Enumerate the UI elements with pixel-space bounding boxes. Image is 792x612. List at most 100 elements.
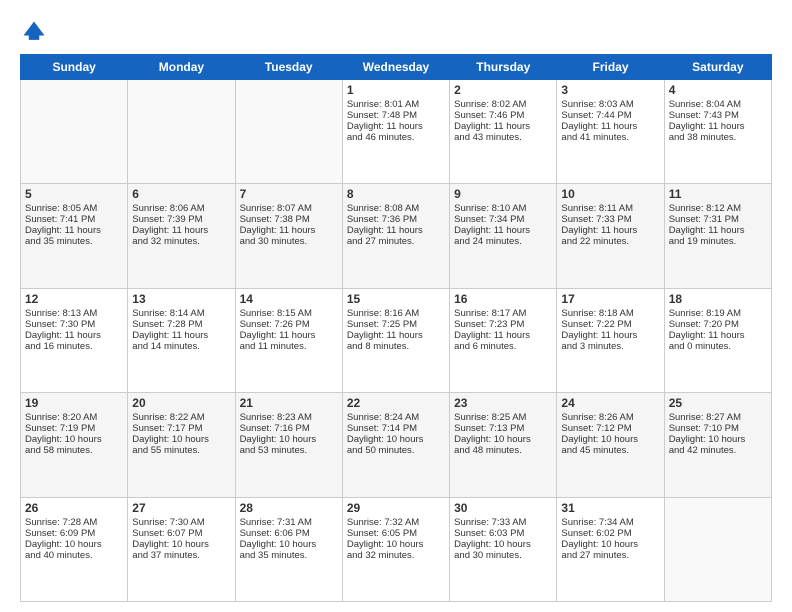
- page: SundayMondayTuesdayWednesdayThursdayFrid…: [0, 0, 792, 612]
- day-info: and 53 minutes.: [240, 445, 338, 456]
- day-info: and 38 minutes.: [669, 132, 767, 143]
- calendar-cell: 24Sunrise: 8:26 AMSunset: 7:12 PMDayligh…: [557, 393, 664, 497]
- day-info: Daylight: 10 hours: [347, 434, 445, 445]
- day-number: 16: [454, 292, 552, 306]
- calendar-cell: 8Sunrise: 8:08 AMSunset: 7:36 PMDaylight…: [342, 184, 449, 288]
- day-info: and 50 minutes.: [347, 445, 445, 456]
- day-info: Sunset: 6:06 PM: [240, 528, 338, 539]
- day-info: and 55 minutes.: [132, 445, 230, 456]
- calendar-cell: 28Sunrise: 7:31 AMSunset: 6:06 PMDayligh…: [235, 497, 342, 601]
- day-info: Sunrise: 8:18 AM: [561, 308, 659, 319]
- day-number: 27: [132, 501, 230, 515]
- day-info: Daylight: 11 hours: [25, 330, 123, 341]
- calendar-cell: 26Sunrise: 7:28 AMSunset: 6:09 PMDayligh…: [21, 497, 128, 601]
- calendar-cell: 10Sunrise: 8:11 AMSunset: 7:33 PMDayligh…: [557, 184, 664, 288]
- day-info: Sunset: 7:44 PM: [561, 110, 659, 121]
- day-info: Daylight: 10 hours: [240, 434, 338, 445]
- calendar-cell: [664, 497, 771, 601]
- day-info: and 0 minutes.: [669, 341, 767, 352]
- days-header-row: SundayMondayTuesdayWednesdayThursdayFrid…: [21, 55, 772, 80]
- day-number: 11: [669, 187, 767, 201]
- day-info: Daylight: 10 hours: [561, 434, 659, 445]
- day-info: Sunset: 7:26 PM: [240, 319, 338, 330]
- calendar-cell: 9Sunrise: 8:10 AMSunset: 7:34 PMDaylight…: [450, 184, 557, 288]
- day-header-tuesday: Tuesday: [235, 55, 342, 80]
- day-info: Daylight: 11 hours: [669, 121, 767, 132]
- day-info: and 19 minutes.: [669, 236, 767, 247]
- day-info: Sunset: 6:05 PM: [347, 528, 445, 539]
- day-info: Sunset: 7:28 PM: [132, 319, 230, 330]
- day-header-friday: Friday: [557, 55, 664, 80]
- day-info: and 58 minutes.: [25, 445, 123, 456]
- day-info: Sunrise: 8:01 AM: [347, 99, 445, 110]
- day-info: Sunset: 7:38 PM: [240, 214, 338, 225]
- day-info: Daylight: 11 hours: [669, 225, 767, 236]
- day-number: 19: [25, 396, 123, 410]
- day-info: and 11 minutes.: [240, 341, 338, 352]
- day-info: Sunrise: 8:19 AM: [669, 308, 767, 319]
- day-info: Sunset: 7:23 PM: [454, 319, 552, 330]
- day-info: Daylight: 11 hours: [132, 225, 230, 236]
- day-info: Sunrise: 8:24 AM: [347, 412, 445, 423]
- day-info: Daylight: 11 hours: [454, 330, 552, 341]
- day-number: 7: [240, 187, 338, 201]
- day-info: Daylight: 11 hours: [25, 225, 123, 236]
- day-info: Daylight: 11 hours: [669, 330, 767, 341]
- day-info: Daylight: 10 hours: [454, 434, 552, 445]
- day-number: 20: [132, 396, 230, 410]
- calendar-cell: 22Sunrise: 8:24 AMSunset: 7:14 PMDayligh…: [342, 393, 449, 497]
- day-info: Sunrise: 8:11 AM: [561, 203, 659, 214]
- day-info: Sunset: 7:17 PM: [132, 423, 230, 434]
- day-number: 28: [240, 501, 338, 515]
- day-number: 18: [669, 292, 767, 306]
- day-info: and 37 minutes.: [132, 550, 230, 561]
- day-info: Daylight: 10 hours: [454, 539, 552, 550]
- day-info: Sunrise: 8:05 AM: [25, 203, 123, 214]
- day-info: Sunrise: 7:28 AM: [25, 517, 123, 528]
- day-info: and 22 minutes.: [561, 236, 659, 247]
- day-info: Sunset: 6:03 PM: [454, 528, 552, 539]
- day-number: 30: [454, 501, 552, 515]
- day-info: Sunset: 7:25 PM: [347, 319, 445, 330]
- day-number: 6: [132, 187, 230, 201]
- day-info: Sunset: 6:07 PM: [132, 528, 230, 539]
- day-info: and 41 minutes.: [561, 132, 659, 143]
- day-number: 1: [347, 83, 445, 97]
- day-info: Sunrise: 8:12 AM: [669, 203, 767, 214]
- day-number: 9: [454, 187, 552, 201]
- day-info: Sunrise: 8:27 AM: [669, 412, 767, 423]
- day-info: Sunset: 6:09 PM: [25, 528, 123, 539]
- calendar-cell: 15Sunrise: 8:16 AMSunset: 7:25 PMDayligh…: [342, 288, 449, 392]
- day-number: 24: [561, 396, 659, 410]
- day-info: Sunrise: 8:26 AM: [561, 412, 659, 423]
- day-info: Sunrise: 8:03 AM: [561, 99, 659, 110]
- day-info: and 32 minutes.: [132, 236, 230, 247]
- day-info: Sunrise: 8:06 AM: [132, 203, 230, 214]
- day-info: and 35 minutes.: [240, 550, 338, 561]
- day-number: 13: [132, 292, 230, 306]
- day-info: and 14 minutes.: [132, 341, 230, 352]
- day-info: and 30 minutes.: [454, 550, 552, 561]
- day-header-thursday: Thursday: [450, 55, 557, 80]
- day-info: Daylight: 11 hours: [454, 121, 552, 132]
- day-info: Sunset: 7:22 PM: [561, 319, 659, 330]
- day-info: Sunset: 7:31 PM: [669, 214, 767, 225]
- calendar-cell: 17Sunrise: 8:18 AMSunset: 7:22 PMDayligh…: [557, 288, 664, 392]
- day-info: Sunrise: 8:10 AM: [454, 203, 552, 214]
- calendar-cell: 11 Sunrise: 8:12 AMSunset: 7:31 PMDayligh…: [664, 184, 771, 288]
- day-info: Sunset: 7:10 PM: [669, 423, 767, 434]
- day-info: Sunrise: 8:08 AM: [347, 203, 445, 214]
- day-number: 14: [240, 292, 338, 306]
- calendar-cell: 14Sunrise: 8:15 AMSunset: 7:26 PMDayligh…: [235, 288, 342, 392]
- day-info: and 3 minutes.: [561, 341, 659, 352]
- day-info: Sunset: 7:46 PM: [454, 110, 552, 121]
- calendar-cell: 19Sunrise: 8:20 AMSunset: 7:19 PMDayligh…: [21, 393, 128, 497]
- day-number: 21: [240, 396, 338, 410]
- calendar-cell: 4Sunrise: 8:04 AMSunset: 7:43 PMDaylight…: [664, 80, 771, 184]
- day-info: Daylight: 11 hours: [561, 330, 659, 341]
- day-number: 25: [669, 396, 767, 410]
- day-info: Sunrise: 8:17 AM: [454, 308, 552, 319]
- logo-icon: [20, 18, 48, 46]
- day-info: and 32 minutes.: [347, 550, 445, 561]
- day-info: Sunrise: 7:34 AM: [561, 517, 659, 528]
